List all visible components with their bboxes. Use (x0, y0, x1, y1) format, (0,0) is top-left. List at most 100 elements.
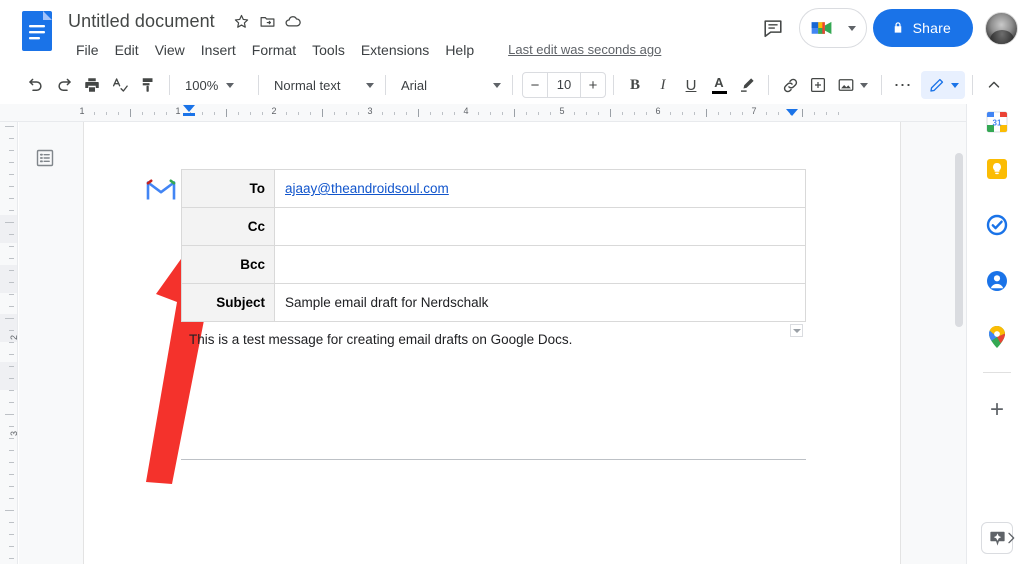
ruler-tick (718, 112, 719, 115)
ruler-tick (694, 112, 695, 115)
comment-history-icon[interactable] (753, 8, 793, 48)
add-comment-icon[interactable] (804, 71, 832, 99)
editing-mode-button[interactable] (921, 71, 965, 99)
table-row[interactable]: To ajaay@theandroidsoul.com (181, 169, 806, 208)
text-color-button[interactable]: A (705, 71, 733, 99)
document-scrollbar-track[interactable] (952, 122, 966, 564)
email-field-value-subject[interactable]: Sample email draft for Nerdschalk (274, 283, 806, 322)
menu-format[interactable]: Format (244, 38, 304, 62)
pencil-edit-icon (930, 78, 944, 92)
underline-button[interactable]: U (677, 71, 705, 99)
highlight-pen-icon[interactable] (733, 71, 761, 99)
increase-font-size-button[interactable]: + (581, 73, 605, 97)
recipient-email-link[interactable]: ajaay@theandroidsoul.com (285, 181, 449, 196)
link-icon[interactable] (776, 71, 804, 99)
google-maps-icon[interactable] (981, 321, 1013, 353)
vertical-ruler-tick (9, 558, 14, 559)
vertical-ruler-tick (9, 534, 14, 535)
ruler-tick (406, 112, 407, 115)
collapse-toolbar-icon[interactable] (980, 71, 1008, 99)
zoom-selector[interactable]: 100% (177, 71, 251, 99)
google-keep-icon[interactable] (981, 153, 1013, 185)
menu-file[interactable]: File (68, 38, 107, 62)
vertical-ruler-tick (9, 330, 14, 331)
table-options-handle[interactable] (790, 324, 803, 337)
move-to-folder-icon[interactable] (255, 8, 281, 34)
avatar[interactable] (985, 11, 1018, 45)
ruler-tick (598, 112, 599, 115)
toolbar-divider (385, 75, 386, 95)
table-row[interactable]: Bcc (181, 245, 806, 284)
google-contacts-icon[interactable] (981, 265, 1013, 297)
google-meet-button[interactable] (798, 8, 867, 48)
vertical-ruler-tick (9, 378, 14, 379)
menu-edit[interactable]: Edit (107, 38, 147, 62)
vertical-ruler-tick (9, 342, 14, 343)
ruler-tick (322, 109, 323, 117)
vertical-ruler-tick (9, 366, 14, 367)
undo-icon[interactable] (22, 71, 50, 99)
vertical-ruler-tick (9, 546, 14, 547)
toolbar-divider (169, 75, 170, 95)
decrease-font-size-button[interactable]: − (523, 73, 547, 97)
insert-image-icon[interactable] (832, 71, 860, 99)
chevron-down-icon[interactable] (847, 25, 856, 31)
gmail-logo-icon[interactable] (146, 176, 180, 202)
star-icon[interactable] (229, 8, 255, 34)
email-field-value-to[interactable]: ajaay@theandroidsoul.com (274, 169, 806, 208)
page-title[interactable]: Untitled document (68, 8, 229, 34)
vertical-ruler-tick (9, 474, 14, 475)
toolbar-divider (881, 75, 882, 95)
print-icon[interactable] (78, 71, 106, 99)
email-draft-table[interactable]: To ajaay@theandroidsoul.com Cc Bcc Subje… (181, 169, 806, 322)
email-body-text[interactable]: This is a test message for creating emai… (189, 332, 572, 347)
vertical-ruler-tick (9, 210, 14, 211)
last-edit-status[interactable]: Last edit was seconds ago (508, 40, 661, 60)
document-outline-icon[interactable] (31, 144, 59, 172)
vertical-ruler-number: 2 (9, 335, 19, 341)
paint-format-icon[interactable] (134, 71, 162, 99)
vertical-ruler[interactable]: 23 (0, 122, 19, 564)
table-row[interactable]: Cc (181, 207, 806, 246)
ruler-tick (610, 109, 611, 117)
vertical-ruler-tick (9, 462, 14, 463)
insert-image-dropdown[interactable] (860, 71, 874, 99)
email-field-label-bcc: Bcc (181, 245, 275, 284)
expand-panel-chevron-icon[interactable] (999, 526, 1023, 550)
font-family-selector[interactable]: Arial (393, 71, 505, 99)
more-options-button[interactable]: ⋯ (889, 71, 917, 99)
zoom-value: 100% (185, 77, 219, 93)
left-margin-marker[interactable] (183, 113, 195, 116)
calendar-day-number: 31 (993, 119, 1002, 128)
table-row[interactable]: Subject Sample email draft for Nerdschal… (181, 283, 806, 322)
right-indent-marker[interactable] (786, 109, 798, 116)
ruler-tick (634, 112, 635, 115)
ruler-tick (106, 112, 107, 115)
document-scrollbar-thumb[interactable] (955, 153, 963, 327)
document-page[interactable]: To ajaay@theandroidsoul.com Cc Bcc Subje… (83, 122, 901, 564)
google-tasks-icon[interactable] (981, 209, 1013, 241)
spellcheck-icon[interactable] (106, 71, 134, 99)
redo-icon[interactable] (50, 71, 78, 99)
vertical-ruler-tick (9, 234, 14, 235)
horizontal-ruler[interactable]: 1 1 2 3 4 5 6 7 (0, 104, 966, 122)
italic-button[interactable]: I (649, 71, 677, 99)
menu-insert[interactable]: Insert (193, 38, 244, 62)
email-field-value-cc[interactable] (274, 207, 806, 246)
vertical-ruler-tick (9, 258, 14, 259)
vertical-ruler-tick (9, 306, 14, 307)
menu-view[interactable]: View (147, 38, 193, 62)
menu-help[interactable]: Help (437, 38, 482, 62)
left-indent-marker[interactable] (183, 105, 195, 112)
menu-tools[interactable]: Tools (304, 38, 353, 62)
share-button[interactable]: Share (872, 9, 973, 47)
menu-extensions[interactable]: Extensions (353, 38, 437, 62)
font-size-input[interactable]: 10 (547, 73, 581, 97)
bold-button[interactable]: B (621, 71, 649, 99)
cloud-saved-icon[interactable] (281, 8, 307, 34)
email-field-value-bcc[interactable] (274, 245, 806, 284)
google-calendar-icon[interactable]: 31 (981, 106, 1013, 138)
paragraph-style-selector[interactable]: Normal text (266, 71, 378, 99)
google-docs-logo[interactable] (22, 11, 52, 51)
add-ons-button[interactable]: + (981, 394, 1013, 426)
